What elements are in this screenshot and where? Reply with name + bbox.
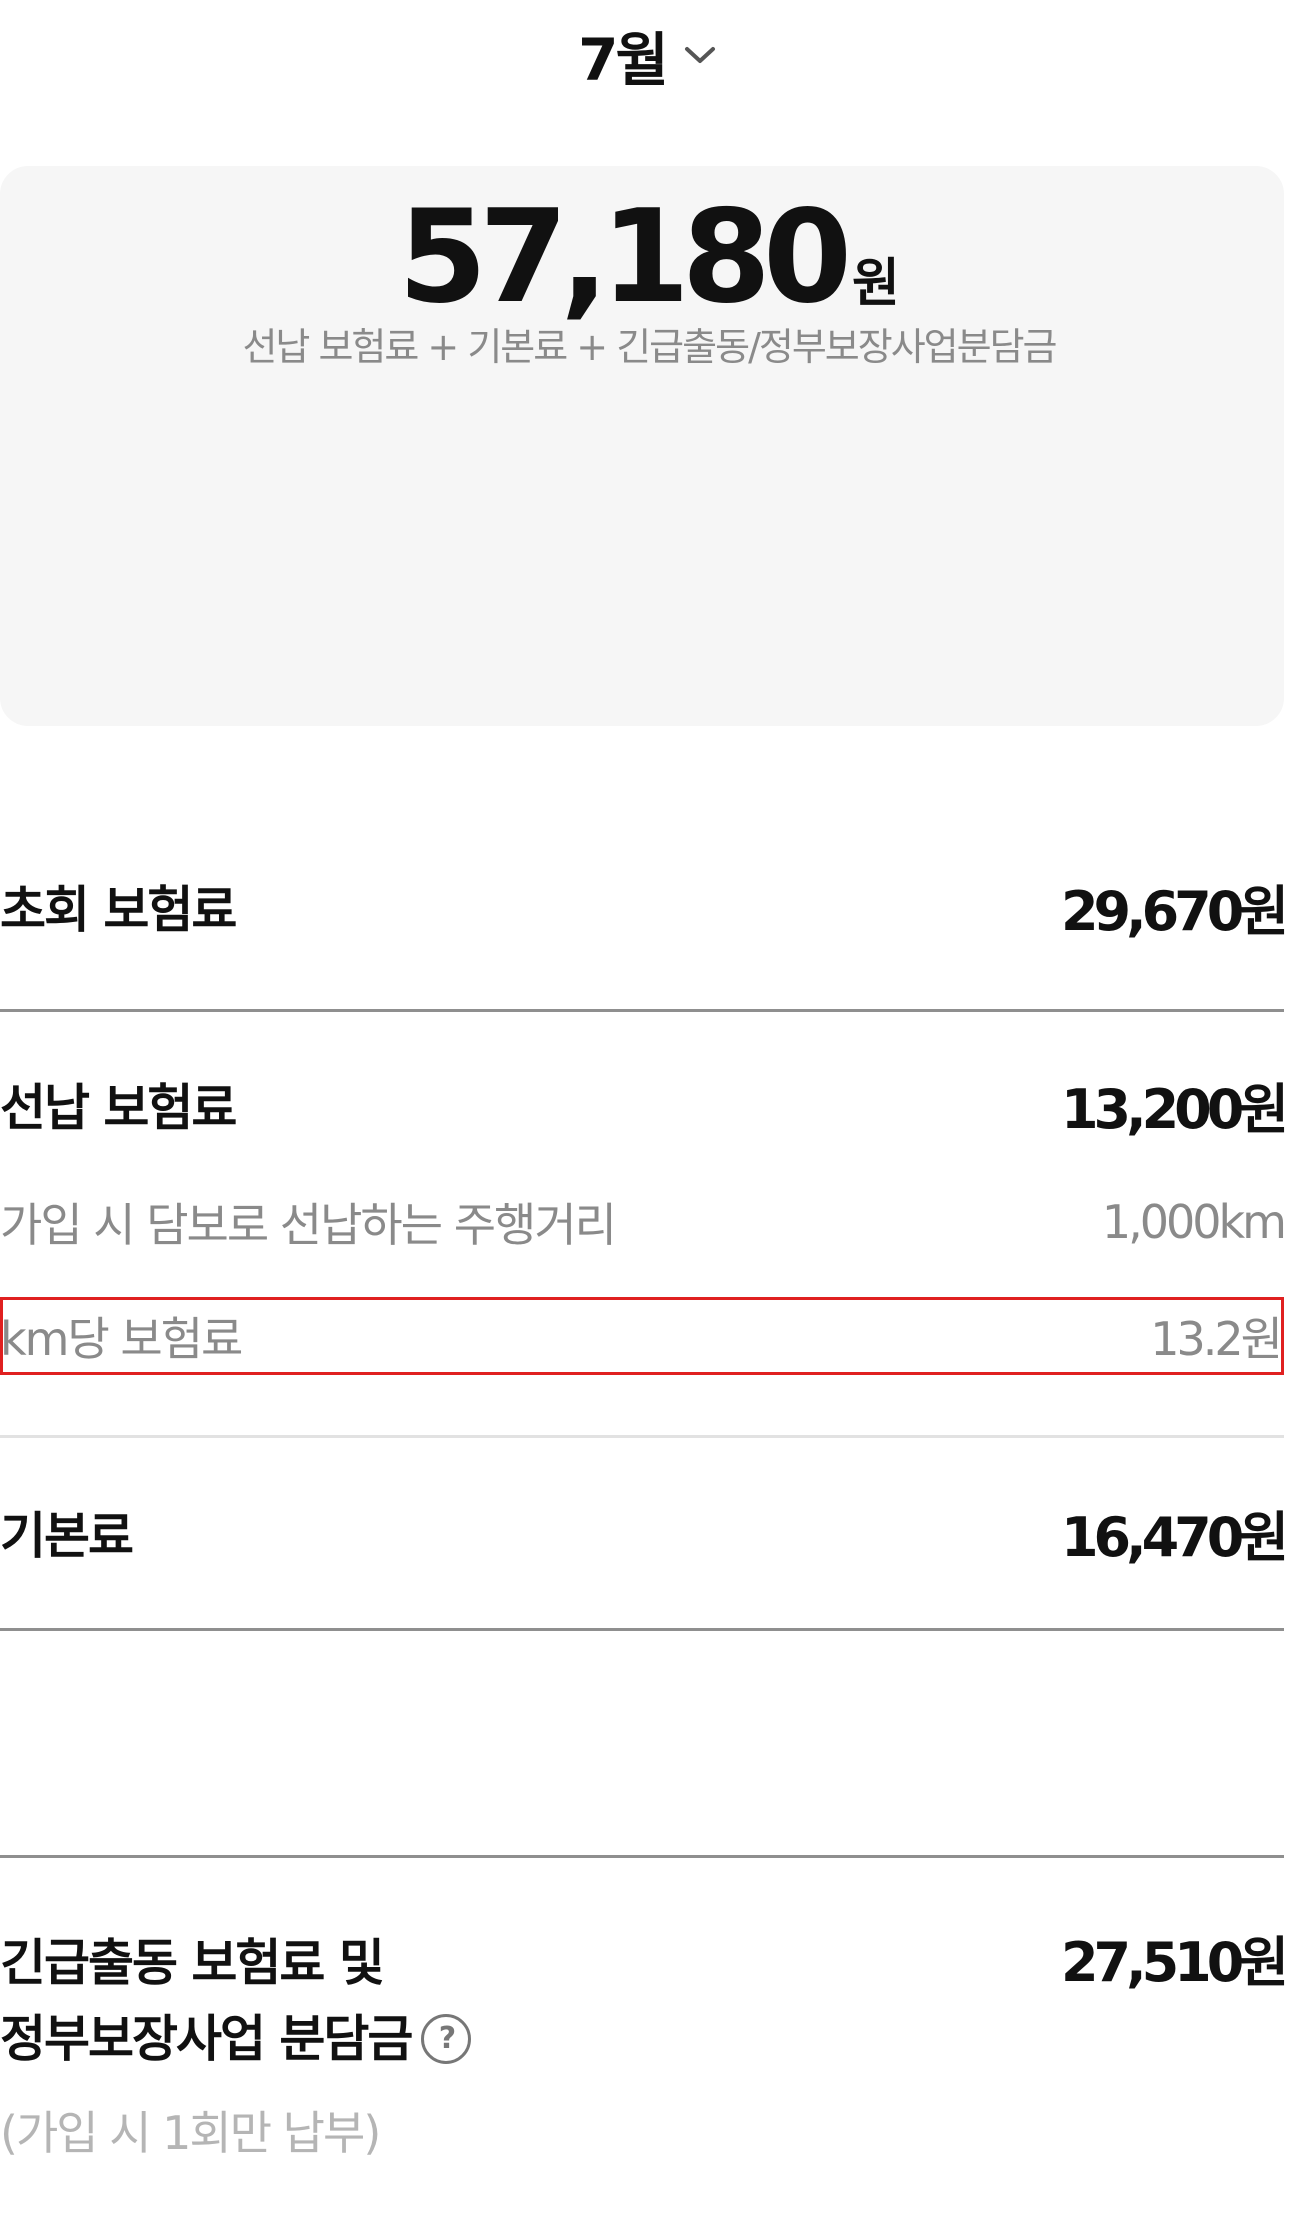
prepaid-premium-row: 선납 보험료 13,200원 [0, 1066, 1289, 1142]
month-label: 7월 [578, 26, 669, 94]
total-amount-unit: 원 [852, 254, 900, 314]
prepaid-distance-row: 가입 시 담보로 선납하는 주행거리 1,000km [0, 1184, 1287, 1260]
total-amount: 57,180 [398, 183, 852, 332]
month-selector[interactable]: 7월 [0, 10, 1298, 100]
divider [0, 1628, 1284, 1631]
emergency-fee-section: 긴급출동 보험료 및 정부보장사업 분담금? 27,510원 (가입 시 1회만… [0, 1925, 1289, 2163]
base-fee-title: 기본료 [0, 1507, 134, 1565]
emergency-fee-value: 27,510원 [1060, 1931, 1289, 1994]
divider [0, 1855, 1284, 1858]
initial-premium-value: 29,670원 [1060, 879, 1289, 943]
prepaid-premium-title: 선납 보험료 [0, 1079, 237, 1137]
highlight-box [0, 1297, 1284, 1375]
initial-premium-row: 초회 보험료 29,670원 [0, 866, 1289, 946]
emergency-fee-title-text: 정부보장사업 분담금 [0, 2010, 413, 2068]
total-breakdown-caption: 선납 보험료 + 기본료 + 긴급출동/정부보장사업분담금 [242, 325, 1057, 369]
total-amount-line: 57,180 원 [0, 183, 1298, 332]
emergency-fee-note: (가입 시 1회만 납부) [0, 2106, 381, 2160]
prepaid-distance-value: 1,000km [1101, 1195, 1287, 1249]
question-circle-icon[interactable]: ? [421, 2013, 472, 2064]
initial-premium-title: 초회 보험료 [0, 881, 237, 939]
emergency-fee-title-line2: 정부보장사업 분담금? [0, 2001, 1284, 2077]
base-fee-row: 기본료 16,470원 [0, 1494, 1289, 1570]
chevron-down-icon [680, 35, 720, 75]
divider [0, 1009, 1284, 1012]
prepaid-premium-value: 13,200원 [1060, 1077, 1289, 1141]
base-fee-value: 16,470원 [1060, 1505, 1289, 1569]
divider-light [0, 1435, 1284, 1438]
prepaid-distance-label: 가입 시 담보로 선납하는 주행거리 [0, 1198, 617, 1252]
